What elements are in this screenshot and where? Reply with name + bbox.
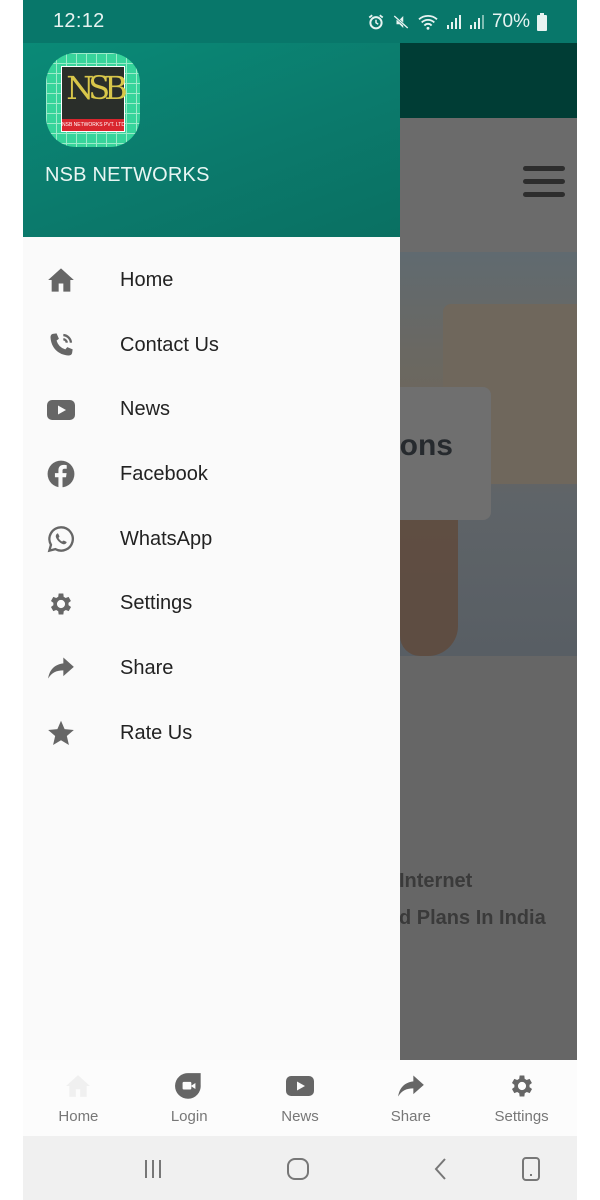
menu-item-label: Settings — [120, 592, 193, 615]
bottom-nav-label: Home — [58, 1108, 99, 1125]
bottom-navigation: Home Login News Share Settings — [23, 1060, 577, 1136]
bottom-nav-settings[interactable]: Settings — [466, 1060, 577, 1136]
menu-item-label: Contact Us — [120, 333, 219, 356]
menu-item-whatsapp[interactable]: WhatsApp — [23, 507, 400, 572]
hero-image-arm — [400, 512, 458, 656]
phone-call-icon — [46, 330, 76, 360]
bottom-nav-share[interactable]: Share — [355, 1060, 466, 1136]
menu-item-label: Facebook — [120, 462, 208, 485]
wifi-icon — [417, 13, 439, 31]
bottom-nav-home[interactable]: Home — [23, 1060, 134, 1136]
facebook-icon — [46, 459, 76, 489]
hero-card-text: ons — [399, 429, 453, 462]
mute-icon — [392, 13, 410, 31]
gear-icon — [46, 589, 76, 619]
battery-icon — [537, 13, 547, 31]
whatsapp-icon — [46, 524, 76, 554]
bottom-nav-label: Share — [390, 1108, 431, 1125]
menu-item-news[interactable]: News — [23, 377, 400, 442]
drawer-header: NSB NSB NETWORKS PVT. LTD. NSB NETWORKS — [23, 43, 400, 237]
gear-icon — [507, 1071, 537, 1101]
back-icon[interactable] — [426, 1154, 456, 1184]
menu-item-facebook[interactable]: Facebook — [23, 442, 400, 507]
hamburger-menu-icon[interactable] — [523, 166, 565, 202]
status-bar: 12:12 70% — [23, 0, 577, 43]
signal-icon — [469, 14, 485, 30]
menu-item-label: News — [120, 398, 171, 421]
battery-percent: 70% — [491, 11, 530, 32]
menu-item-label: Share — [120, 656, 174, 679]
content-line-1: Internet — [399, 870, 473, 892]
system-navigation-bar — [23, 1136, 577, 1200]
rotate-phone-icon[interactable] — [516, 1154, 546, 1184]
bottom-nav-label: Settings — [494, 1108, 549, 1125]
drawer-menu: Home Contact Us News Facebook WhatsApp S… — [23, 248, 400, 766]
logo-caption: NSB NETWORKS PVT. LTD. — [62, 119, 124, 131]
menu-item-label: Rate Us — [120, 721, 193, 744]
star-icon — [46, 718, 76, 748]
drawer-title: NSB NETWORKS — [45, 164, 210, 186]
menu-item-settings[interactable]: Settings — [23, 571, 400, 636]
status-time: 12:12 — [53, 10, 105, 32]
recents-icon[interactable] — [138, 1154, 168, 1184]
menu-item-home[interactable]: Home — [23, 248, 400, 313]
content-line-2: d Plans In India — [399, 907, 546, 929]
menu-item-label: Home — [120, 268, 174, 291]
logo-monogram: NSB — [66, 69, 127, 107]
signal-icon — [446, 14, 462, 30]
navigation-drawer: NSB NSB NETWORKS PVT. LTD. NSB NETWORKS … — [23, 43, 400, 1060]
video-call-icon — [174, 1071, 204, 1101]
youtube-icon — [285, 1071, 315, 1101]
bottom-nav-label: Login — [170, 1108, 208, 1125]
app-logo: NSB NSB NETWORKS PVT. LTD. — [46, 53, 140, 147]
bottom-nav-label: News — [281, 1108, 319, 1125]
share-icon — [46, 653, 76, 683]
menu-item-label: WhatsApp — [120, 527, 213, 550]
menu-item-contact-us[interactable]: Contact Us — [23, 313, 400, 378]
youtube-icon — [46, 395, 76, 425]
home-icon — [63, 1071, 93, 1101]
share-icon — [396, 1071, 426, 1101]
home-icon — [46, 265, 76, 295]
menu-item-rate-us[interactable]: Rate Us — [23, 701, 400, 766]
bottom-nav-login[interactable]: Login — [134, 1060, 245, 1136]
home-circle-icon[interactable] — [283, 1154, 313, 1184]
status-icons: 70% — [367, 11, 547, 33]
alarm-icon — [367, 13, 385, 31]
menu-item-share[interactable]: Share — [23, 636, 400, 701]
phone-screen: 12:12 70% ons Internet d Plans In India … — [23, 0, 577, 1200]
bottom-nav-news[interactable]: News — [245, 1060, 356, 1136]
